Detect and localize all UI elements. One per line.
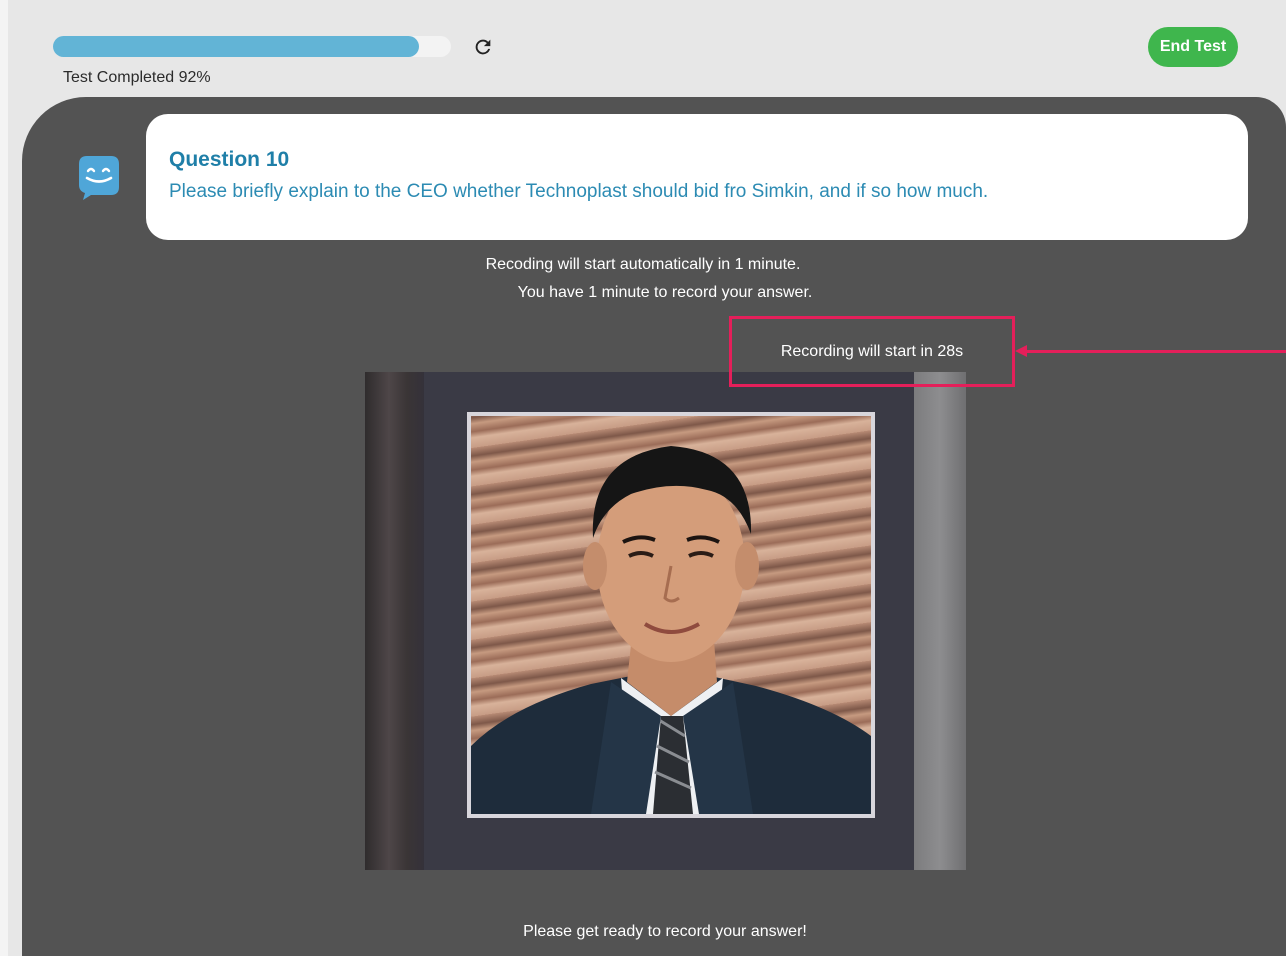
annotation-arrow-line <box>1025 350 1286 353</box>
recording-countdown-text: Recording will start in 28s <box>780 342 964 360</box>
question-card <box>146 114 1248 240</box>
candidate-photo-frame <box>467 412 875 818</box>
left-edge-strip <box>0 0 8 956</box>
candidate-person-image <box>471 446 871 814</box>
camera-background-wall <box>914 372 966 870</box>
question-title: Question 10 <box>169 148 290 171</box>
get-ready-message: Please get ready to record your answer! <box>523 923 807 940</box>
progress-label: Test Completed 92% <box>63 69 211 86</box>
end-test-button[interactable]: End Test <box>1148 27 1238 67</box>
chat-bot-icon <box>79 156 119 200</box>
question-text: Please briefly explain to the CEO whethe… <box>169 181 989 202</box>
recording-countdown: Recording will start in 28s <box>729 316 1015 387</box>
recording-duration-note: You have 1 minute to record your answer. <box>517 284 813 301</box>
refresh-button[interactable] <box>470 34 496 60</box>
page: Test Completed 92% End Test Question 10 … <box>0 0 1286 956</box>
candidate-photo <box>471 416 871 814</box>
recording-auto-start-note: Recoding will start automatically in 1 m… <box>485 256 801 273</box>
camera-preview <box>365 372 966 870</box>
camera-background-curtain <box>365 372 425 870</box>
refresh-icon <box>475 39 491 55</box>
progress-bar-fill <box>53 36 420 57</box>
progress-bar <box>53 36 451 57</box>
